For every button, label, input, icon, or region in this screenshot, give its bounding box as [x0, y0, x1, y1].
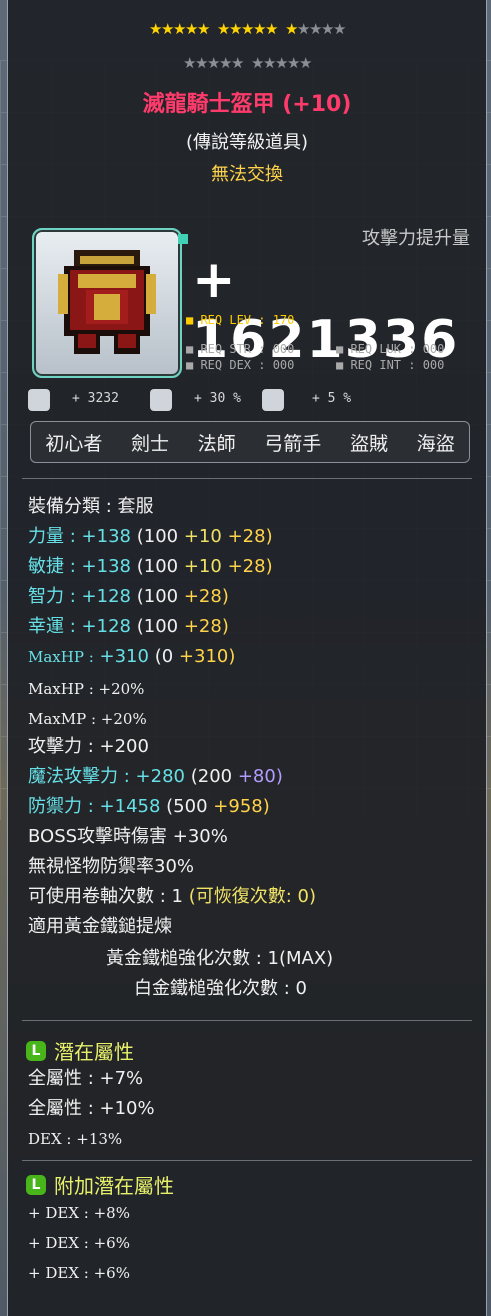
- additional-potential-header: L 附加潛在屬性: [26, 1170, 174, 1199]
- stat-maxmp-percent: MaxMP : +20%: [28, 710, 147, 728]
- hammer-applicable: 適用黃金鐵鎚提煉: [28, 916, 172, 937]
- req-level: ■ REQ LEV : 170: [186, 313, 295, 327]
- armor-icon: [58, 250, 156, 354]
- job-magician: 法師: [197, 432, 236, 455]
- stat-luk: 幸運 : +128 (100 +28): [28, 616, 229, 637]
- potential-title: 潛在屬性: [54, 1040, 134, 1064]
- req-int: ■ REQ INT : 000: [336, 358, 445, 372]
- upgrade-slots: 可使用卷軸次數 : 1 (可恢復次數: 0): [28, 886, 316, 907]
- stat-dex: 敏捷 : +138 (100 +10 +28): [28, 556, 273, 577]
- platinum-hammer-count: 白金鐵槌強化次數 : 0: [134, 978, 307, 999]
- job-beginner: 初心者: [45, 432, 103, 455]
- divider: [22, 1020, 472, 1021]
- item-trade-status: 無法交換: [211, 164, 283, 185]
- item-icon-flag: [178, 234, 188, 244]
- stat-boss-damage: BOSS攻擊時傷害 +30%: [28, 826, 228, 847]
- potential-line-2: 全屬性 : +10%: [28, 1098, 155, 1119]
- item-name: 滅龍騎士盔甲 (+10): [142, 92, 352, 117]
- potential-line-3: DEX : +13%: [28, 1130, 123, 1148]
- equip-summary-row: + 3232 + 30 % + 5 %: [28, 388, 478, 412]
- job-pirate: 海盜: [416, 432, 455, 455]
- ignore-defense-icon: [150, 389, 172, 411]
- req-dex: ■ REQ DEX : 000: [186, 358, 295, 372]
- stat-maxhp-percent: MaxHP : +20%: [28, 680, 145, 698]
- job-list: 初心者 劍士 法師 弓箭手 盜賊 海盜: [30, 421, 470, 463]
- item-grade: (傳說等級道具): [185, 132, 309, 153]
- summary-value-a: + 3232: [72, 391, 119, 406]
- additional-potential-line-2: + DEX : +6%: [28, 1234, 130, 1252]
- stat-magic-attack: 魔法攻擊力 : +280 (200 +80): [28, 766, 283, 787]
- summary-value-c: + 5 %: [312, 391, 352, 406]
- divider: [22, 478, 472, 479]
- potential-header: L 潛在屬性: [26, 1036, 134, 1065]
- damage-icon: [262, 389, 284, 411]
- item-tooltip: ★★★★★ ★★★★★ ★★★★★ ★★★★★ ★★★★★ 滅龍騎士盔甲 (+10) …: [7, 0, 487, 1316]
- job-thief: 盜賊: [349, 432, 388, 455]
- stat-str: 力量 : +138 (100 +10 +28): [28, 526, 273, 547]
- summary-value-b: + 30 %: [194, 391, 241, 406]
- job-archer: 弓箭手: [264, 432, 322, 455]
- star-force-row-2: ★★★★★ ★★★★★: [183, 54, 314, 72]
- attack-increase-label: 攻擊力提升量: [362, 228, 470, 249]
- legendary-badge-icon: L: [26, 1174, 46, 1195]
- additional-potential-line-1: + DEX : +8%: [28, 1204, 130, 1222]
- potential-line-1: 全屬性 : +7%: [28, 1068, 144, 1089]
- golden-hammer-count: 黃金鐵槌強化次數 : 1(MAX): [106, 948, 334, 969]
- req-str: ■ REQ STR : 000: [186, 342, 295, 356]
- item-icon-frame: [32, 228, 182, 378]
- equip-category: 裝備分類 : 套服: [28, 496, 154, 517]
- stat-defense: 防禦力 : +1458 (500 +958): [28, 796, 270, 817]
- stat-ignore-defense: 無視怪物防禦率30%: [28, 856, 195, 877]
- additional-potential-title: 附加潛在屬性: [54, 1174, 174, 1198]
- stat-maxhp-flat: MaxHP : +310 (0 +310): [28, 646, 236, 667]
- divider: [22, 1160, 472, 1161]
- boss-damage-icon: [28, 389, 50, 411]
- additional-potential-line-3: + DEX : +6%: [28, 1264, 130, 1282]
- star-force-row-1: ★★★★★ ★★★★★ ★★★★★: [149, 20, 348, 38]
- legendary-badge-icon: L: [26, 1040, 46, 1061]
- req-luk: ■ REQ LUK : 000: [336, 342, 445, 356]
- stat-int: 智力 : +128 (100 +28): [28, 586, 229, 607]
- stat-attack: 攻擊力 : +200: [28, 736, 149, 757]
- job-warrior: 劍士: [130, 432, 169, 455]
